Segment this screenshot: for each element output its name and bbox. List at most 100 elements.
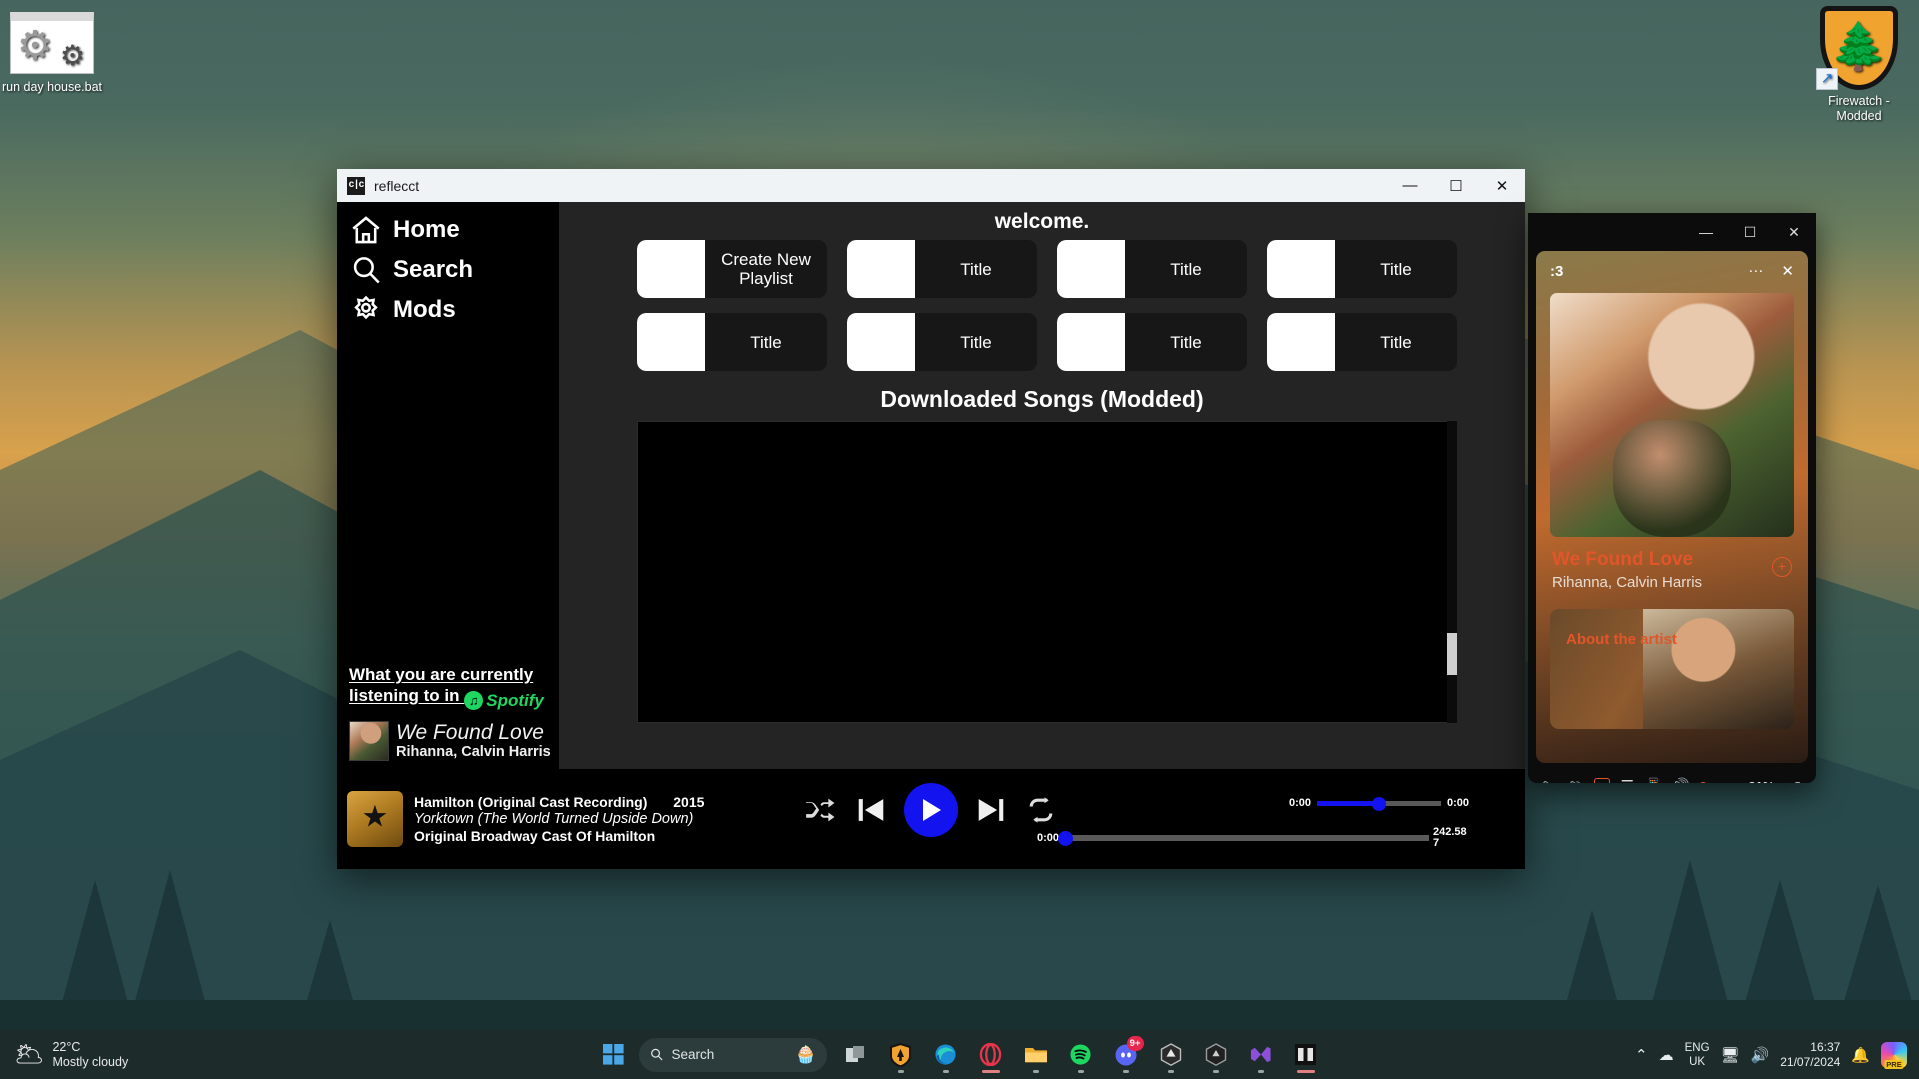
about-the-artist-label: About the artist: [1566, 631, 1677, 648]
taskbar-app-file-explorer[interactable]: [1016, 1035, 1056, 1075]
playlist-row-2: Title Title Title Title: [559, 313, 1525, 371]
spotify-window[interactable]: — ☐ ✕ :3 ··· ✕ We Found Love Rihanna, Ca…: [1528, 213, 1816, 783]
taskbar-app-reflecct[interactable]: [1286, 1035, 1326, 1075]
playlist-card[interactable]: Title: [1267, 240, 1457, 298]
sidebar-item-search[interactable]: Search: [337, 250, 559, 290]
taskbar-search-box[interactable]: Search 🧁: [638, 1037, 827, 1072]
unity-icon: [1160, 1043, 1181, 1066]
welcome-heading: welcome.: [994, 210, 1090, 233]
downloaded-songs-scrollbar[interactable]: [1447, 421, 1457, 723]
now-listening-artist: Rihanna, Calvin Harris: [396, 743, 551, 760]
taskbar-app-discord[interactable]: 9+: [1106, 1035, 1146, 1075]
taskbar-app-opera[interactable]: [971, 1035, 1011, 1075]
playlist-card[interactable]: Title: [847, 313, 1037, 371]
volume-knob[interactable]: [1372, 796, 1386, 811]
playlist-card[interactable]: Title: [1057, 240, 1247, 298]
tray-chevron-icon[interactable]: ⌃: [1635, 1046, 1648, 1064]
taskbar-clock[interactable]: 16:37 21/07/2024: [1780, 1040, 1840, 1070]
progress-current-time: 0:00: [1037, 832, 1060, 844]
downloaded-songs-list[interactable]: [637, 421, 1457, 723]
language-indicator[interactable]: ENG UK: [1685, 1041, 1710, 1069]
add-to-library-button[interactable]: +: [1772, 557, 1792, 577]
player-bar: Hamilton (Original Cast Recording) 2015 …: [337, 769, 1525, 869]
minimize-button[interactable]: —: [1387, 169, 1433, 202]
playlist-thumbnail: [637, 240, 705, 298]
playlist-card[interactable]: Title: [637, 313, 827, 371]
taskbar-app-spotify[interactable]: [1061, 1035, 1101, 1075]
about-the-artist-card[interactable]: About the artist: [1550, 609, 1794, 729]
volume-track[interactable]: [1317, 796, 1441, 811]
speaker-left-icon[interactable]: 🔈: [1540, 777, 1559, 783]
reflecct-window[interactable]: c|c reflecct — ☐ ✕ Home Search Mods What…: [337, 169, 1525, 869]
downloaded-songs-heading: Downloaded Songs (Modded): [880, 386, 1204, 412]
clock-time: 16:37: [1810, 1039, 1841, 1054]
volume-fill: [1317, 800, 1379, 806]
search-placeholder: Search: [671, 1047, 715, 1062]
close-button[interactable]: ✕: [1479, 169, 1525, 202]
reflecct-window-title: reflecct: [374, 177, 420, 194]
player-track-info: Hamilton (Original Cast Recording) 2015 …: [337, 791, 737, 847]
volume-icon[interactable]: 🔊: [1751, 1046, 1770, 1064]
desktop-icon-run-day-house-bat[interactable]: run day house.bat: [0, 12, 104, 95]
sidebar-item-mods[interactable]: Mods: [337, 290, 559, 330]
spotify-panel-close-button[interactable]: ✕: [1781, 262, 1794, 280]
next-track-icon[interactable]: [974, 795, 1008, 825]
reflecct-titlebar[interactable]: c|c reflecct — ☐ ✕: [337, 169, 1525, 202]
playlist-card[interactable]: Title: [1267, 313, 1457, 371]
onedrive-icon[interactable]: ☁: [1659, 1046, 1674, 1064]
volume-icon[interactable]: 🔊: [1671, 777, 1690, 783]
system-tray: ⌃ ☁ ENG UK 🖥 🔊 16:37 21/07/2024 🔔 PRE: [1635, 1040, 1919, 1070]
connect-device-icon[interactable]: 📱: [1644, 777, 1663, 783]
create-new-playlist-card[interactable]: Create New Playlist: [637, 240, 827, 298]
playlist-card[interactable]: Title: [1057, 313, 1247, 371]
now-listening-heading: What you are currently listening to in ♫…: [349, 664, 557, 711]
repeat-icon[interactable]: [1024, 796, 1058, 824]
playlist-card-label: Title: [1170, 332, 1202, 352]
taskbar-app-firewatch[interactable]: [881, 1035, 921, 1075]
copilot-preview-badge: PRE: [1884, 1059, 1904, 1069]
desktop-icon-label: run day house.bat: [1, 80, 103, 94]
shuffle-icon[interactable]: [804, 797, 838, 823]
speaker-right-icon[interactable]: 🔉: [1567, 777, 1586, 783]
spotify-close-button[interactable]: ✕: [1772, 213, 1816, 251]
reflecct-icon: [1295, 1044, 1316, 1065]
sidebar-item-home[interactable]: Home: [337, 210, 559, 250]
progress-total-time: 242.587: [1433, 826, 1467, 849]
start-logo-icon: [603, 1044, 624, 1065]
shield-tree-icon: 🌲 ↗: [1816, 6, 1898, 90]
progress-knob[interactable]: [1058, 831, 1074, 846]
progress-track[interactable]: [1058, 831, 1429, 846]
previous-track-icon[interactable]: [854, 795, 888, 825]
progress-slider[interactable]: 0:00 242.587: [1037, 827, 1467, 849]
playlist-card[interactable]: Title: [847, 240, 1037, 298]
volume-slider[interactable]: 0:00 0:00: [1289, 796, 1469, 811]
windows-start-icon[interactable]: [594, 1035, 634, 1075]
fullscreen-icon[interactable]: ↗: [1787, 777, 1804, 783]
taskbar-app-task-view[interactable]: [836, 1035, 876, 1075]
taskbar-app-edge[interactable]: [926, 1035, 966, 1075]
spotify-minimize-button[interactable]: —: [1684, 213, 1728, 251]
queue-icon[interactable]: ☰: [1619, 777, 1636, 783]
taskbar-center-group: Search 🧁 9+: [594, 1035, 1326, 1075]
copilot-icon[interactable]: PRE: [1881, 1041, 1907, 1069]
scrollbar-thumb[interactable]: [1447, 633, 1457, 675]
play-button[interactable]: [904, 783, 958, 837]
taskbar-weather-widget[interactable]: 🌥 22°C Mostly cloudy: [0, 1040, 128, 1070]
player-controls: [804, 783, 1058, 837]
taskbar-app-unity-hub[interactable]: [1196, 1035, 1236, 1075]
taskbar-app-unity[interactable]: [1151, 1035, 1191, 1075]
spotify-titlebar[interactable]: — ☐ ✕: [1528, 213, 1816, 251]
bell-icon[interactable]: 🔔: [1851, 1046, 1870, 1064]
spotify-maximize-button[interactable]: ☐: [1728, 213, 1772, 251]
play-icon: [923, 799, 941, 821]
spotify-more-options-button[interactable]: ···: [1748, 262, 1763, 280]
maximize-button[interactable]: ☐: [1433, 169, 1479, 202]
now-listening-panel: What you are currently listening to in ♫…: [349, 664, 557, 761]
now-playing-view-icon[interactable]: ▶: [1594, 777, 1610, 783]
desktop-icon-firewatch-modded[interactable]: 🌲 ↗ Firewatch - Modded: [1807, 6, 1911, 124]
taskbar-app-visual-studio[interactable]: [1241, 1035, 1281, 1075]
we-found-love-cover: [1550, 293, 1794, 537]
spotify-song-artist: Rihanna, Calvin Harris: [1552, 574, 1703, 591]
volume-right-label: 0:00: [1446, 797, 1469, 809]
network-icon[interactable]: 🖥: [1721, 1046, 1740, 1064]
